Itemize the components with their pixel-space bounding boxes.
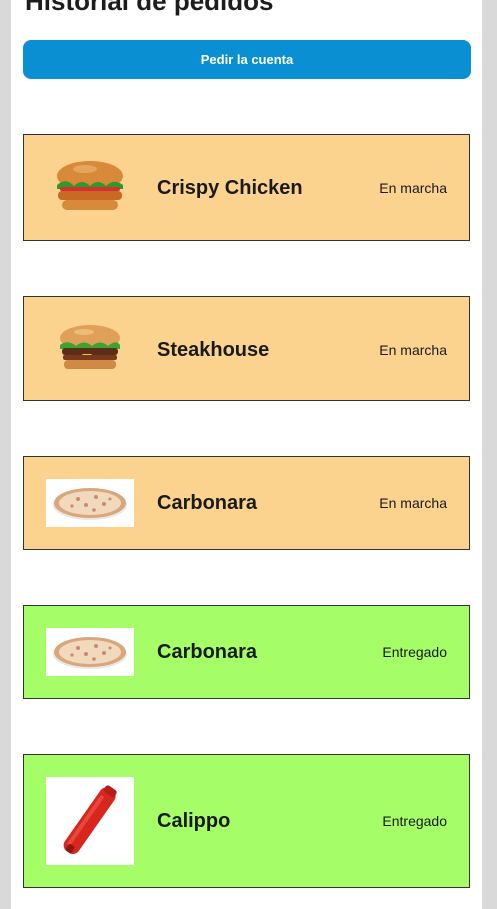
calippo-icecream-image [46, 777, 134, 865]
order-name: Steakhouse [157, 339, 270, 361]
order-status: En marcha [379, 180, 447, 196]
crispy-chicken-burger-image [46, 157, 134, 217]
order-name: Crispy Chicken [157, 177, 303, 199]
order-name: Carbonara [157, 641, 258, 663]
order-status: En marcha [379, 495, 447, 511]
order-card[interactable]: Crispy Chicken En marcha [23, 134, 470, 241]
order-name: Carbonara [157, 492, 258, 514]
order-card[interactable]: Carbonara En marcha [23, 456, 470, 550]
carbonara-pizza-image [46, 479, 134, 527]
order-status: Entregado [382, 813, 447, 829]
page-title: Historial de pedidos [25, 0, 274, 16]
left-edge-bar [0, 0, 11, 909]
order-card[interactable]: Steakhouse En marcha [23, 296, 470, 401]
order-card[interactable]: Carbonara Entregado [23, 605, 470, 699]
order-card[interactable]: Calippo Entregado [23, 754, 470, 888]
steakhouse-burger-image [46, 321, 134, 377]
order-status: Entregado [382, 644, 447, 660]
carbonara-pizza-image [46, 628, 134, 676]
request-bill-button[interactable]: Pedir la cuenta [23, 40, 471, 79]
order-status: En marcha [379, 342, 447, 358]
right-edge-bar [482, 0, 497, 909]
order-name: Calippo [157, 810, 231, 832]
